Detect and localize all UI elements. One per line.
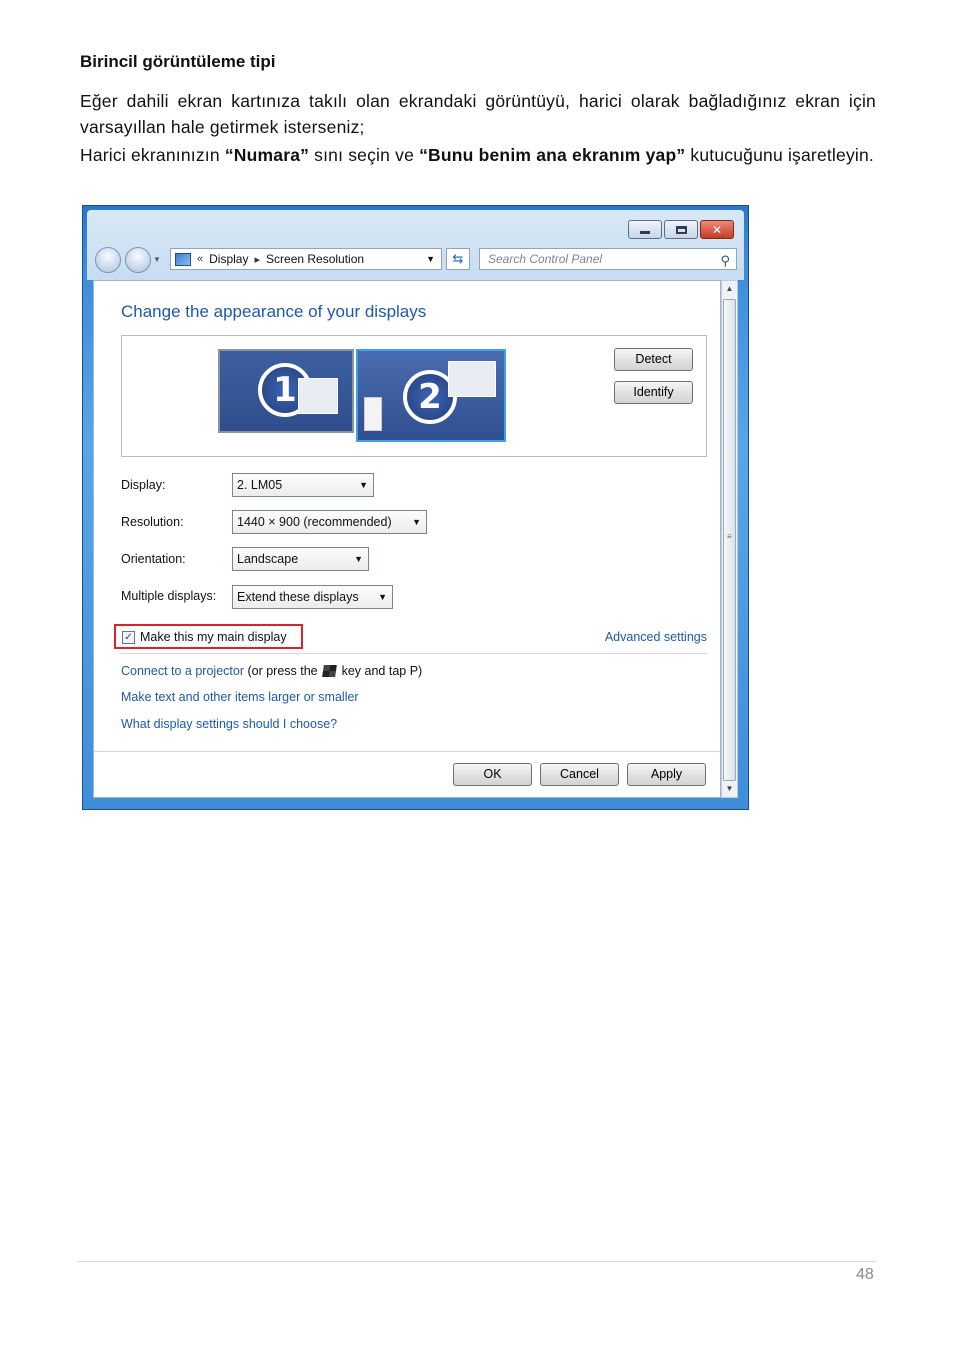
instruction-paragraph: Harici ekranınızın “Numara” sını seçin v… [80, 142, 876, 168]
maximize-icon [675, 225, 687, 234]
multiple-displays-select-value: Extend these displays [237, 590, 359, 604]
display-label: Display: [121, 478, 166, 492]
refresh-icon: ⇆ [452, 251, 464, 266]
instr-bold-number: “Numara” [224, 145, 310, 165]
main-display-label[interactable]: Make this my main display [140, 630, 287, 644]
display-arrangement: 1 2 Detect Identify [121, 335, 707, 457]
scroll-up-icon[interactable]: ▲ [722, 281, 737, 297]
main-display-checkbox[interactable]: ✓ [122, 631, 135, 644]
display-select-value: 2. LM05 [237, 478, 283, 492]
projector-hint-a: (or press the [244, 664, 322, 678]
content-pane: Change the appearance of your displays 1… [93, 280, 721, 798]
resolution-label: Resolution: [121, 515, 184, 529]
resolution-select-value: 1440 × 900 (recommended) [237, 515, 392, 529]
orientation-select-value: Landscape [237, 552, 299, 566]
windows-key-icon [322, 665, 337, 677]
breadcrumb-display[interactable]: Display [209, 252, 248, 266]
orientation-label: Orientation: [121, 552, 186, 566]
close-button[interactable]: ✕ [700, 220, 734, 239]
which-settings-link[interactable]: What display settings should I choose? [121, 717, 337, 731]
forward-button[interactable] [125, 247, 151, 273]
instr-text-3: kutucuğunu işaretleyin. [685, 145, 874, 165]
chevron-down-icon: ▼ [354, 554, 363, 564]
monitor-2-window-thumbnail [448, 361, 496, 397]
divider [121, 653, 707, 654]
screen-resolution-window: ✕ ▼ « Display ▸ Screen Resolution ▼ ⇆ Se… [82, 205, 749, 810]
multiple-displays-label: Multiple displays: [121, 589, 217, 603]
grip-icon: ≡ [727, 532, 732, 541]
breadcrumb-screen-resolution[interactable]: Screen Resolution [266, 252, 364, 266]
monitor-2[interactable]: 2 [356, 349, 506, 442]
chevron-down-icon: ▼ [378, 592, 387, 602]
divider [94, 751, 720, 752]
advanced-settings-link[interactable]: Advanced settings [605, 630, 707, 644]
projector-row: Connect to a projector (or press the key… [121, 664, 422, 678]
navigation-bar: ▼ « Display ▸ Screen Resolution ▼ ⇆ Sear… [95, 247, 738, 273]
breadcrumb-separator-icon[interactable]: ▸ [254, 253, 260, 266]
instr-text-2: sını seçin ve [309, 145, 420, 165]
section-heading: Birincil görüntüleme tipi [80, 52, 276, 71]
address-bar[interactable]: « Display ▸ Screen Resolution ▼ [170, 248, 442, 270]
orientation-select[interactable]: Landscape ▼ [232, 547, 369, 571]
cancel-button[interactable]: Cancel [540, 763, 619, 786]
identify-button[interactable]: Identify [614, 381, 693, 404]
monitor-1[interactable]: 1 [218, 349, 354, 433]
page-title: Change the appearance of your displays [121, 302, 427, 321]
search-icon[interactable]: ⚲ [720, 251, 730, 271]
maximize-button[interactable] [664, 220, 698, 239]
search-input[interactable]: Search Control Panel ⚲ [479, 248, 737, 270]
page-number: 48 [856, 1266, 874, 1283]
ok-button[interactable]: OK [453, 763, 532, 786]
apply-button[interactable]: Apply [627, 763, 706, 786]
scroll-down-icon[interactable]: ▼ [722, 781, 737, 797]
address-dropdown-icon[interactable]: ▼ [426, 254, 435, 264]
minimize-icon [640, 231, 650, 234]
monitor-1-window-thumbnail [298, 378, 338, 414]
close-icon: ✕ [711, 222, 723, 237]
footer-divider [77, 1261, 876, 1262]
resolution-select[interactable]: 1440 × 900 (recommended) ▼ [232, 510, 427, 534]
detect-button[interactable]: Detect [614, 348, 693, 371]
multiple-displays-select[interactable]: Extend these displays ▼ [232, 585, 393, 609]
history-dropdown-icon[interactable]: ▼ [153, 255, 161, 264]
display-select[interactable]: 2. LM05 ▼ [232, 473, 374, 497]
main-display-highlight: ✓ Make this my main display [114, 624, 303, 649]
chevron-down-icon: ▼ [412, 517, 421, 527]
display-control-panel-icon [175, 252, 191, 266]
intro-paragraph: Eğer dahili ekran kartınıza takılı olan … [80, 91, 876, 137]
scrollbar-thumb[interactable]: ≡ [723, 299, 736, 781]
monitor-2-doc-thumbnail [364, 397, 382, 431]
vertical-scrollbar[interactable]: ▲ ≡ ▼ [721, 280, 738, 798]
breadcrumb-overflow[interactable]: « [197, 253, 203, 265]
minimize-button[interactable] [628, 220, 662, 239]
search-placeholder: Search Control Panel [488, 252, 603, 266]
refresh-button[interactable]: ⇆ [446, 248, 470, 270]
chevron-down-icon: ▼ [359, 480, 368, 490]
caption-buttons: ✕ [628, 220, 734, 239]
instr-text-1: Harici ekranınızın [80, 145, 225, 165]
text-size-link[interactable]: Make text and other items larger or smal… [121, 690, 359, 704]
instr-bold-checkbox: “Bunu benim ana ekranım yap” [419, 145, 686, 165]
projector-hint-b: key and tap P) [338, 664, 423, 678]
connect-projector-link[interactable]: Connect to a projector [121, 664, 244, 678]
back-button[interactable] [95, 247, 121, 273]
